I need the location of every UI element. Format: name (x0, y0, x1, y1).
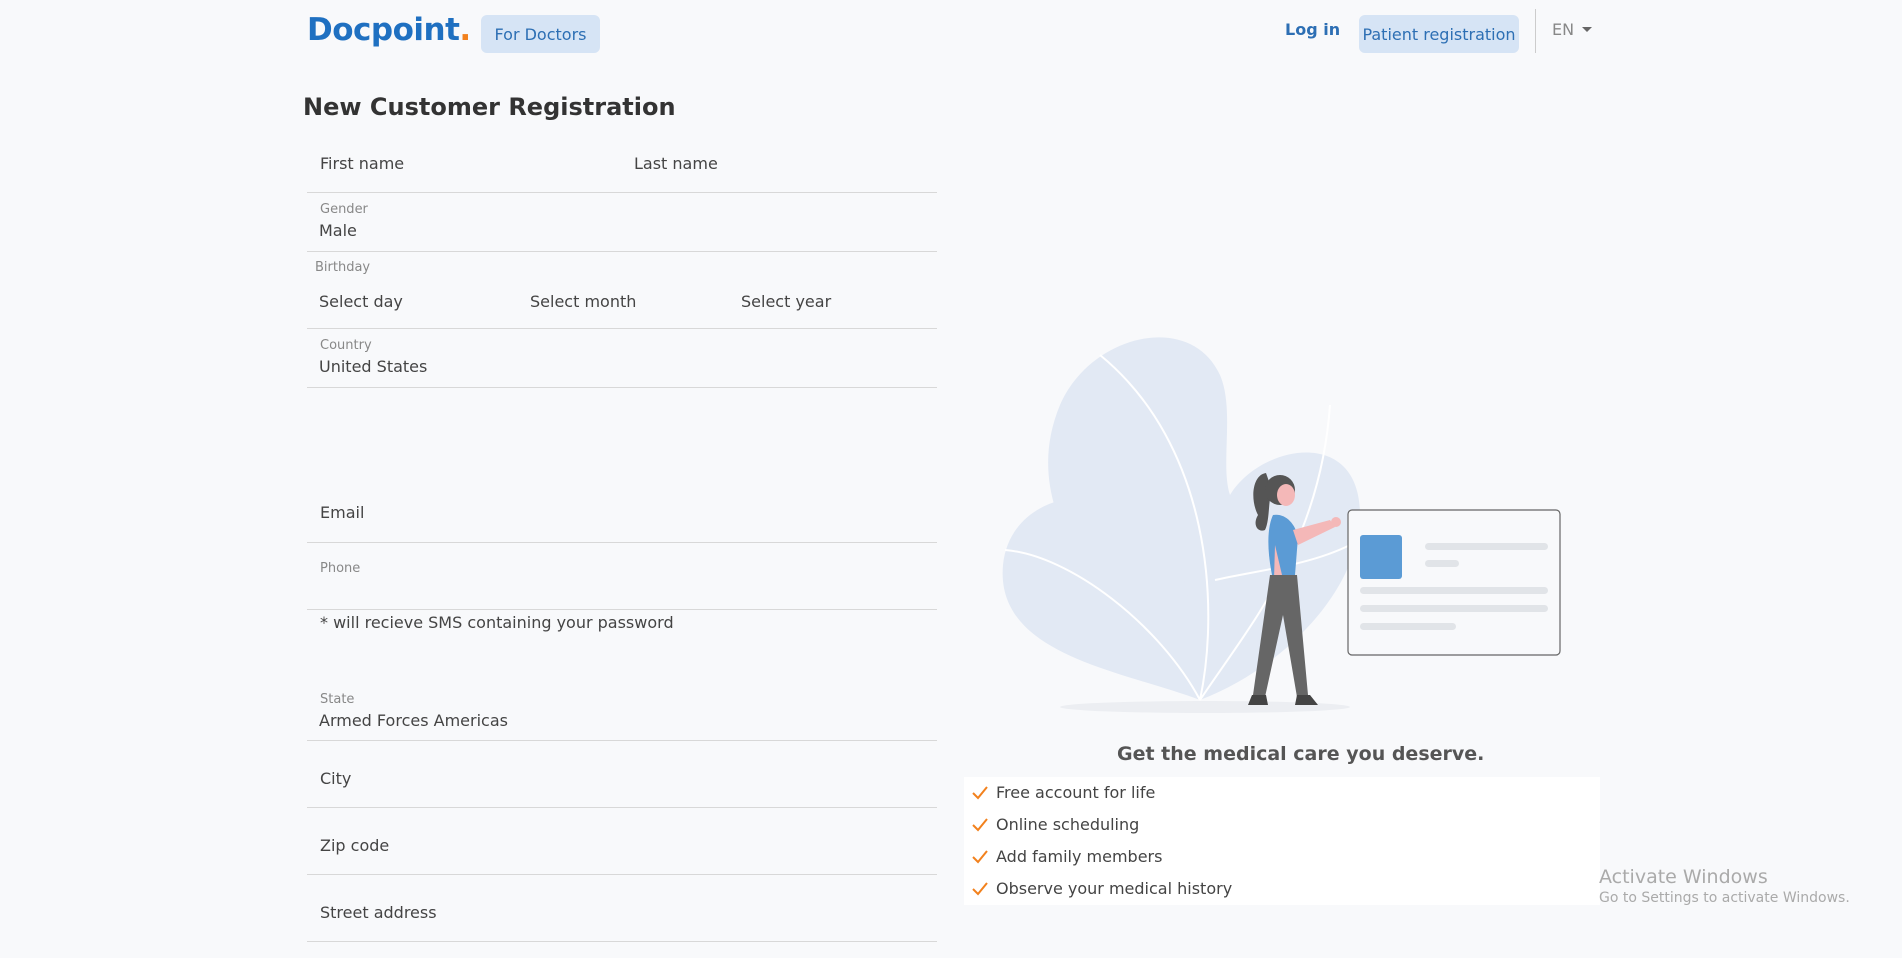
login-link[interactable]: Log in (1285, 20, 1340, 39)
profile-card-illustration (1347, 509, 1561, 656)
check-icon (972, 785, 988, 799)
state-value: Armed Forces Americas (319, 711, 508, 730)
benefit-text: Observe your medical history (996, 879, 1233, 898)
patient-registration-button[interactable]: Patient registration (1359, 15, 1519, 53)
email-input[interactable]: Email (307, 490, 937, 543)
phone-label: Phone (320, 561, 361, 576)
state-label: State (320, 692, 355, 707)
city-input[interactable]: City (307, 741, 937, 808)
page-title: New Customer Registration (303, 93, 676, 121)
check-icon (972, 849, 988, 863)
month-select[interactable]: Select month (530, 292, 636, 311)
street-input[interactable]: Street address (307, 875, 937, 942)
benefit-text: Add family members (996, 847, 1163, 866)
list-item: Add family members (972, 847, 1162, 866)
list-item: Free account for life (972, 783, 1155, 802)
logo-text: Docpoint (307, 12, 460, 48)
street-placeholder: Street address (320, 903, 437, 922)
check-icon (972, 881, 988, 895)
benefit-text: Online scheduling (996, 815, 1140, 834)
language-label: EN (1552, 20, 1575, 39)
first-name-input[interactable]: First name (320, 154, 404, 173)
caret-down-icon (1582, 27, 1593, 32)
gender-label: Gender (320, 202, 368, 217)
sms-note: * will recieve SMS containing your passw… (320, 613, 674, 632)
activate-windows-watermark: Activate Windows Go to Settings to activ… (1599, 866, 1850, 906)
zip-placeholder: Zip code (320, 836, 390, 855)
leaf-illustration (1002, 337, 1360, 701)
watermark-title: Activate Windows (1599, 866, 1768, 888)
gender-select[interactable]: Gender Male (307, 193, 937, 252)
zip-input[interactable]: Zip code (307, 808, 937, 875)
last-name-input[interactable]: Last name (634, 154, 718, 173)
gender-value: Male (319, 221, 357, 240)
birthday-label: Birthday (315, 260, 371, 275)
header-divider (1535, 9, 1536, 53)
email-placeholder: Email (320, 503, 365, 522)
city-placeholder: City (320, 769, 352, 788)
day-select[interactable]: Select day (319, 292, 403, 311)
docpoint-logo[interactable]: Docpoint. (307, 12, 471, 48)
for-doctors-button[interactable]: For Doctors (481, 15, 600, 53)
list-item: Online scheduling (972, 815, 1139, 834)
watermark-subtitle: Go to Settings to activate Windows. (1599, 890, 1850, 906)
list-item: Observe your medical history (972, 879, 1232, 898)
promo-tagline: Get the medical care you deserve. (1117, 743, 1485, 765)
benefit-text: Free account for life (996, 783, 1156, 802)
language-dropdown[interactable]: EN (1552, 20, 1593, 39)
benefits-list: Free account for life Online scheduling … (964, 777, 1600, 905)
country-value: United States (319, 357, 428, 376)
logo-dot: . (459, 12, 471, 48)
check-icon (972, 817, 988, 831)
registration-illustration (1002, 337, 1561, 713)
name-row: First name Last name (307, 145, 937, 193)
year-select[interactable]: Select year (741, 292, 831, 311)
country-label: Country (320, 338, 372, 353)
birthday-row: Birthday Select day Select month Select … (307, 252, 937, 329)
phone-input[interactable]: Phone (307, 543, 937, 610)
state-select[interactable]: State Armed Forces Americas (307, 682, 937, 741)
country-select[interactable]: Country United States (307, 329, 937, 388)
